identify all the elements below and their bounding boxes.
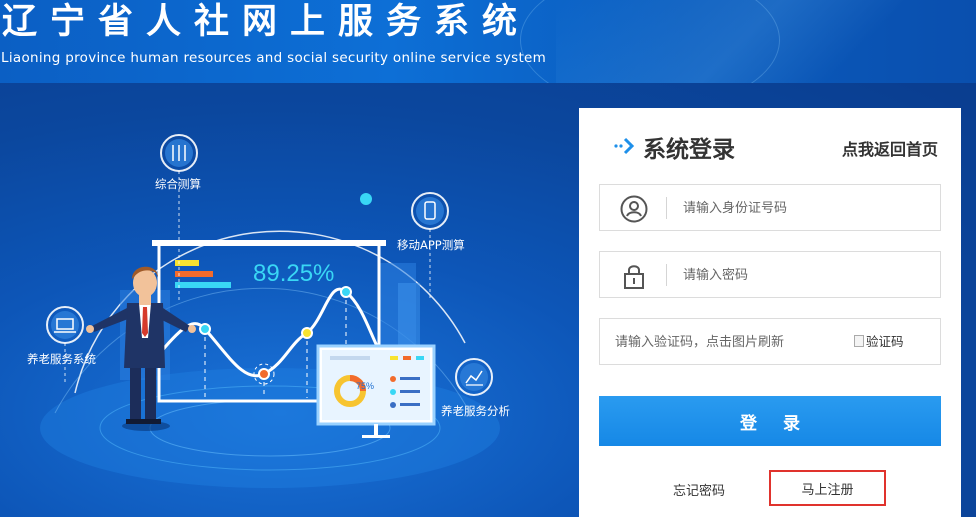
login-header: 系统登录 点我返回首页: [579, 108, 961, 184]
node-label-pension-analysis: 养老服务分析: [441, 404, 510, 418]
password-field: [599, 251, 941, 298]
captcha-image[interactable]: 验证码: [854, 331, 914, 353]
node-label-mobile: 移动APP测算: [397, 238, 465, 252]
login-title: 系统登录: [643, 137, 735, 163]
header-banner: 辽宁省人社网上服务系统 Liaoning province human reso…: [0, 0, 976, 83]
field-separator: [666, 197, 667, 219]
node-label-pension-system: 养老服务系统: [27, 352, 96, 366]
field-separator: [666, 264, 667, 286]
register-link[interactable]: 马上注册: [769, 470, 886, 506]
broken-image-icon: [854, 335, 864, 347]
arrow-right-icon: [614, 137, 635, 155]
id-number-field: [599, 184, 941, 231]
login-panel: 系统登录 点我返回首页 验证码 登 录 忘记密码 马上注册: [579, 108, 961, 517]
node-label-calc: 综合测算: [155, 177, 201, 191]
captcha-alt-text: 验证码: [866, 334, 904, 349]
header-decoration-ring: [520, 0, 780, 83]
id-number-input[interactable]: [683, 195, 923, 221]
back-home-link[interactable]: 点我返回首页: [842, 136, 938, 160]
captcha-field: 验证码: [599, 318, 941, 365]
password-input[interactable]: [683, 262, 923, 288]
login-button[interactable]: 登 录: [599, 396, 941, 446]
monitor-donut-percent: 75%: [356, 381, 374, 391]
lock-icon: [624, 265, 644, 289]
user-icon: [620, 195, 648, 223]
forgot-password-link[interactable]: 忘记密码: [673, 480, 725, 499]
system-title: 辽宁省人社网上服务系统: [2, 1, 531, 42]
captcha-input[interactable]: [615, 329, 845, 355]
system-subtitle: Liaoning province human resources and so…: [1, 50, 547, 66]
board-percent: 89.25%: [253, 260, 334, 287]
